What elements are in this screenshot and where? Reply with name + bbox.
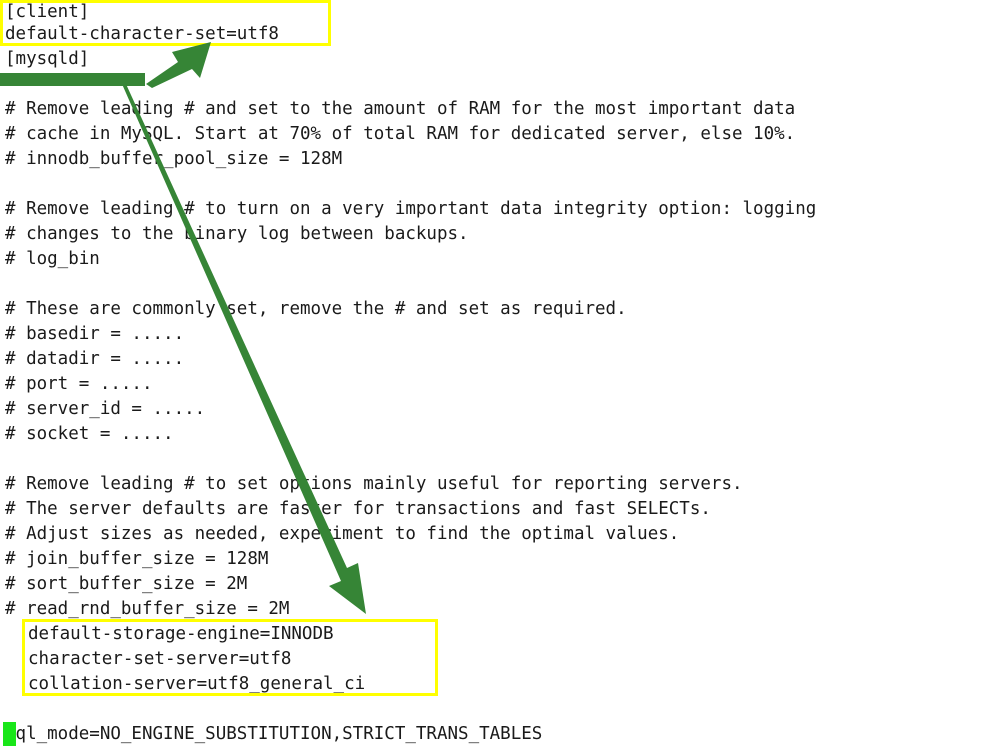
code-line[interactable]: character-set-server=utf8 bbox=[28, 647, 291, 672]
code-line[interactable]: collation-server=utf8_general_ci bbox=[28, 672, 365, 697]
code-line[interactable]: # server_id = ..... bbox=[5, 397, 205, 422]
text-editor-pane[interactable]: [client] default-character-set=utf8 [mysql… bbox=[0, 0, 989, 752]
code-line[interactable]: # join_buffer_size = 128M bbox=[5, 547, 268, 572]
code-line[interactable]: [mysqld] bbox=[5, 47, 89, 72]
code-line[interactable]: # log_bin bbox=[5, 247, 100, 272]
code-line[interactable]: # read_rnd_buffer_size = 2M bbox=[5, 597, 289, 622]
code-line[interactable]: # basedir = ..... bbox=[5, 322, 184, 347]
code-line[interactable]: # Remove leading # to set options mainly… bbox=[5, 472, 743, 497]
code-line[interactable]: # Remove leading # to turn on a very imp… bbox=[5, 197, 816, 222]
code-line[interactable]: # port = ..... bbox=[5, 372, 153, 397]
code-line[interactable]: default-character-set=utf8 bbox=[5, 22, 279, 47]
code-line[interactable]: # innodb_buffer_pool_size = 128M bbox=[5, 147, 342, 172]
code-line[interactable]: # The server defaults are faster for tra… bbox=[5, 497, 711, 522]
code-line[interactable]: sql_mode=NO_ENGINE_SUBSTITUTION,STRICT_T… bbox=[5, 722, 542, 747]
code-line[interactable]: # sort_buffer_size = 2M bbox=[5, 572, 247, 597]
code-line[interactable]: # socket = ..... bbox=[5, 422, 174, 447]
code-line[interactable]: # changes to the binary log between back… bbox=[5, 222, 469, 247]
code-line[interactable]: default-storage-engine=INNODB bbox=[28, 622, 334, 647]
code-line[interactable]: # Remove leading # and set to the amount… bbox=[5, 97, 795, 122]
code-line[interactable]: # These are commonly set, remove the # a… bbox=[5, 297, 627, 322]
code-line[interactable]: # datadir = ..... bbox=[5, 347, 184, 372]
code-line[interactable]: # Adjust sizes as needed, experiment to … bbox=[5, 522, 679, 547]
code-line[interactable]: # cache in MySQL. Start at 70% of total … bbox=[5, 122, 795, 147]
